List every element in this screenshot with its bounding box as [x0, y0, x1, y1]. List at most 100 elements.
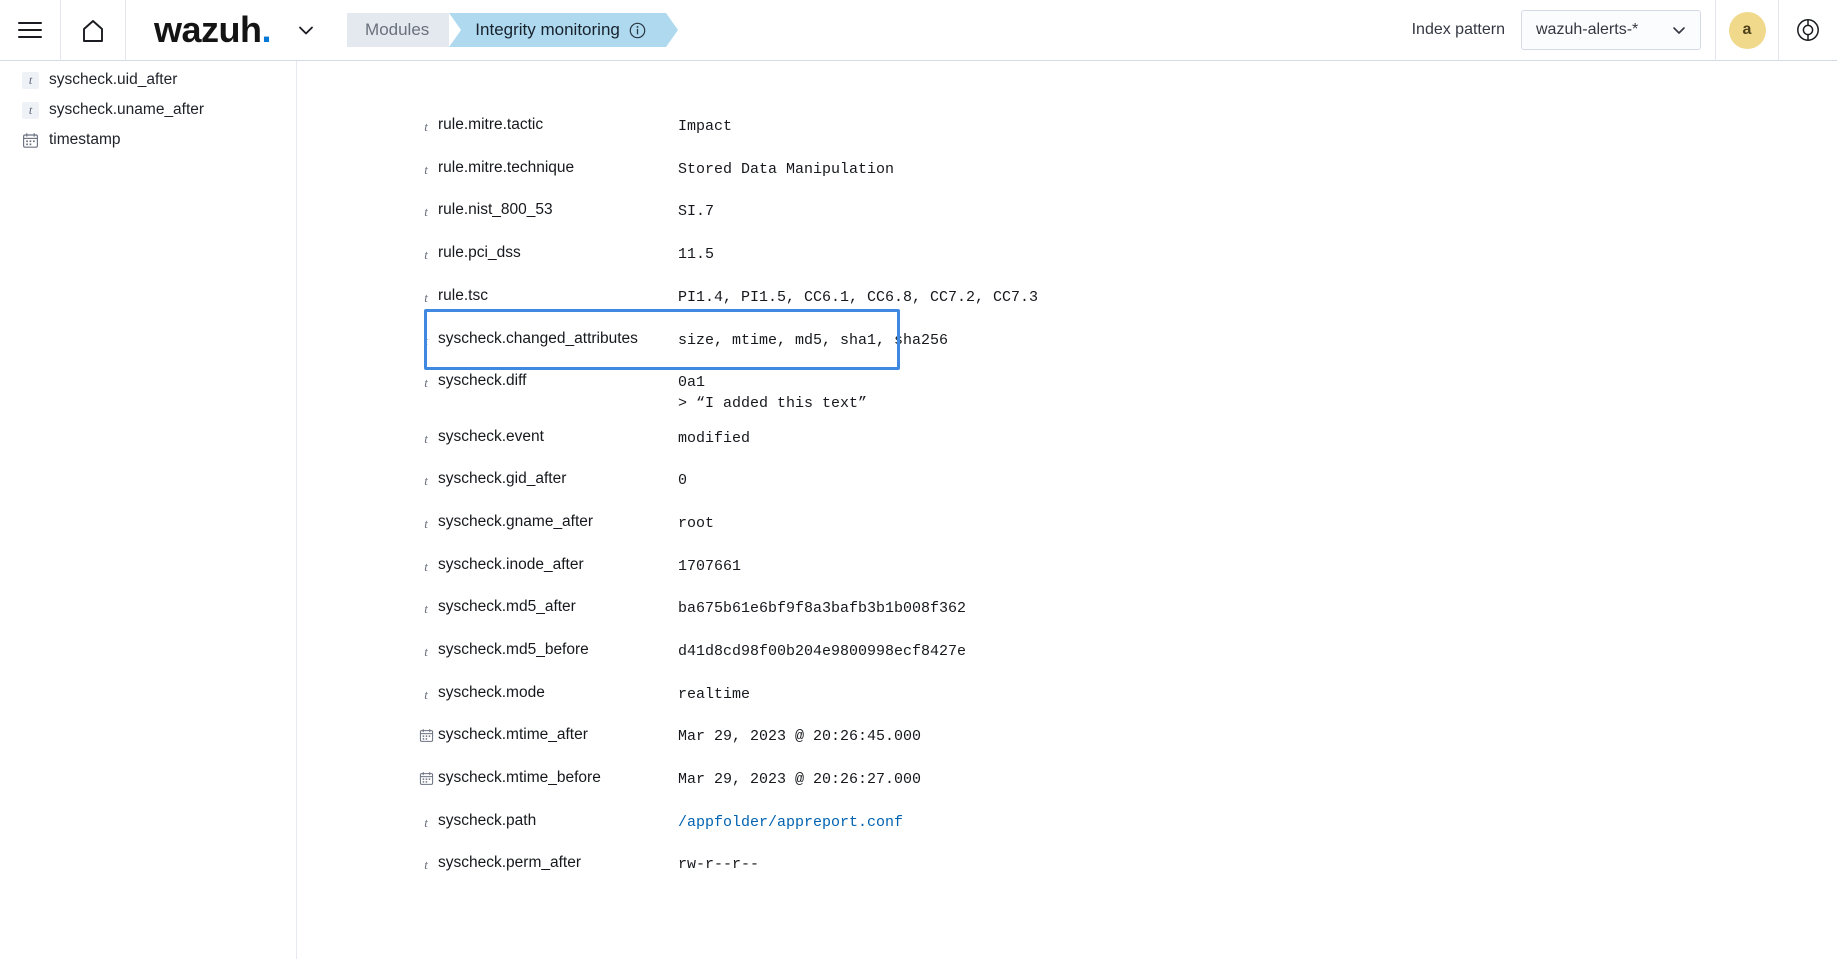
document-field-value: 0 — [678, 472, 688, 489]
document-field-name: syscheck.path — [438, 812, 537, 829]
string-field-icon: t — [424, 290, 428, 305]
string-field-icon: t — [22, 71, 39, 89]
breadcrumb-item-modules[interactable]: Modules — [347, 13, 462, 47]
document-field-name: syscheck.changed_attributes — [438, 330, 638, 347]
breadcrumb: Modules Integrity monitoring — [347, 13, 678, 47]
document-field-row[interactable]: t rule.mitre.tactic Impact — [298, 107, 1398, 150]
document-field-value: Impact — [678, 118, 733, 135]
sidebar-field-name: syscheck.uname_after — [49, 101, 205, 118]
string-field-icon: t — [424, 857, 428, 872]
document-field-value: root — [678, 515, 715, 532]
document-field-value: Stored Data Manipulation — [678, 161, 895, 178]
help-lifebuoy-icon — [1797, 19, 1819, 41]
document-field-name: rule.pci_dss — [438, 244, 521, 261]
document-field-value: 0a1 > “I added this text” — [678, 374, 868, 412]
document-field-row[interactable]: t rule.pci_dss 11.5 — [298, 235, 1398, 278]
date-field-icon — [22, 132, 39, 149]
index-pattern-label: Index pattern — [1411, 21, 1505, 38]
document-field-name: syscheck.md5_before — [438, 641, 589, 658]
document-field-value: SI.7 — [678, 203, 715, 220]
date-field-icon — [414, 717, 438, 746]
string-field-icon: t — [424, 247, 428, 262]
user-menu-button[interactable]: a — [1716, 0, 1778, 61]
document-field-name: syscheck.md5_after — [438, 598, 576, 615]
index-pattern-value: wazuh-alerts-* — [1536, 21, 1639, 38]
document-field-name: syscheck.gid_after — [438, 470, 567, 487]
document-field-name: syscheck.perm_after — [438, 854, 581, 871]
document-field-name: syscheck.mtime_after — [438, 726, 588, 743]
sidebar-field-item[interactable]: t syscheck.uid_after — [0, 65, 296, 95]
sidebar-field-name: timestamp — [49, 131, 121, 148]
document-field-name: syscheck.mode — [438, 684, 545, 701]
document-field-row[interactable]: t syscheck.inode_after 1707661 — [298, 547, 1398, 590]
document-field-row[interactable]: t rule.tsc PI1.4, PI1.5, CC6.1, CC6.8, CC7… — [298, 278, 1398, 321]
brand-dot: . — [261, 9, 272, 50]
document-field-value: 1707661 — [678, 558, 742, 575]
document-field-row[interactable]: syscheck.mtime_after Mar 29, 2023 @ 20:26… — [298, 717, 1398, 760]
document-field-row[interactable]: syscheck.mtime_before Mar 29, 2023 @ 20:2… — [298, 760, 1398, 803]
index-pattern-select[interactable]: wazuh-alerts-* — [1521, 10, 1701, 50]
brand-dropdown-button[interactable] — [279, 0, 333, 61]
string-field-icon: t — [424, 601, 428, 616]
sidebar-field-item[interactable]: timestamp — [0, 125, 296, 155]
document-field-value: modified — [678, 430, 751, 447]
home-icon — [83, 20, 103, 42]
top-navigation-bar: wazuh. Modules Integrity monitoring Inde… — [0, 0, 1837, 61]
string-field-icon: t — [424, 431, 428, 446]
wazuh-logo[interactable]: wazuh. — [126, 9, 279, 51]
document-field-row[interactable]: t syscheck.md5_after ba675b61e6bf9f8a3bafb… — [298, 589, 1398, 632]
breadcrumb-item-integrity-monitoring[interactable]: Integrity monitoring — [449, 13, 678, 47]
document-field-row[interactable]: t syscheck.mode realtime — [298, 675, 1398, 718]
document-field-value: realtime — [678, 686, 751, 703]
sidebar-field-item[interactable]: t syscheck.uname_after — [0, 95, 296, 125]
document-field-name: rule.mitre.tactic — [438, 116, 544, 133]
string-field-icon: t — [424, 473, 428, 488]
chevron-down-icon — [299, 26, 313, 35]
avatar: a — [1728, 11, 1766, 49]
document-field-row[interactable]: t rule.mitre.technique Stored Data Manipul… — [298, 150, 1398, 193]
document-field-name: rule.nist_800_53 — [438, 201, 553, 218]
string-field-icon: t — [424, 375, 428, 390]
document-field-value: 11.5 — [678, 246, 715, 263]
document-field-table: t rule.mitre.tactic Impact t rule.mitre.tech… — [298, 61, 1837, 873]
document-field-row[interactable]: t syscheck.md5_before d41d8cd98f00b204e980… — [298, 632, 1398, 675]
breadcrumb-label: Modules — [365, 20, 430, 39]
document-field-value: PI1.4, PI1.5, CC6.1, CC6.8, CC7.2, CC7.3 — [678, 289, 1039, 306]
document-field-name: syscheck.gname_after — [438, 513, 594, 530]
wazuh-discover-page: wazuh. Modules Integrity monitoring Inde… — [0, 0, 1837, 959]
document-field-name: syscheck.diff — [438, 372, 527, 389]
document-field-value: rw-r--r-- — [678, 856, 760, 873]
hamburger-menu-button[interactable] — [0, 0, 60, 61]
document-field-name: rule.tsc — [438, 287, 488, 304]
home-button[interactable] — [61, 0, 125, 61]
document-field-row[interactable]: t syscheck.gname_after root — [298, 504, 1398, 547]
document-field-row[interactable]: t syscheck.diff 0a1 > “I added this text” — [298, 363, 1398, 414]
chevron-down-icon — [1673, 27, 1685, 34]
help-button[interactable] — [1779, 0, 1837, 61]
info-circle-icon[interactable] — [629, 22, 646, 39]
date-field-icon — [414, 760, 438, 789]
document-field-name: syscheck.inode_after — [438, 556, 584, 573]
document-field-row[interactable]: t rule.nist_800_53 SI.7 — [298, 192, 1398, 235]
string-field-icon: t — [424, 815, 428, 830]
document-field-value: ba675b61e6bf9f8a3bafb3b1b008f362 — [678, 600, 967, 617]
brand-text: wazuh — [154, 9, 262, 50]
document-field-value: Mar 29, 2023 @ 20:26:45.000 — [678, 728, 922, 745]
document-field-name: syscheck.mtime_before — [438, 769, 601, 786]
document-field-value-link[interactable]: /appfolder/appreport.conf — [668, 803, 1398, 833]
document-field-row[interactable]: t syscheck.perm_after rw-r--r-- — [298, 845, 1398, 888]
string-field-icon: t — [424, 119, 428, 134]
document-field-row[interactable]: t syscheck.gid_after 0 — [298, 461, 1398, 504]
document-field-value: Mar 29, 2023 @ 20:26:27.000 — [678, 771, 922, 788]
string-field-icon: t — [424, 559, 428, 574]
field-list: t syscheck.uid_after t syscheck.uname_after… — [0, 65, 296, 155]
string-field-icon: t — [424, 644, 428, 659]
document-field-row[interactable]: t syscheck.changed_attributes size, mtime,… — [298, 321, 1398, 364]
document-field-name: rule.mitre.technique — [438, 159, 575, 176]
document-detail-panel: t rule.mitre.tactic Impact t rule.mitre.tech… — [298, 61, 1837, 959]
string-field-icon: t — [424, 333, 428, 348]
string-field-icon: t — [424, 162, 428, 177]
field-list-sidebar: t syscheck.uid_after t syscheck.uname_after… — [0, 61, 297, 959]
document-field-row[interactable]: t syscheck.event modified — [298, 419, 1398, 462]
document-field-row[interactable]: t syscheck.path/appfolder/appreport.conf — [298, 803, 1398, 846]
